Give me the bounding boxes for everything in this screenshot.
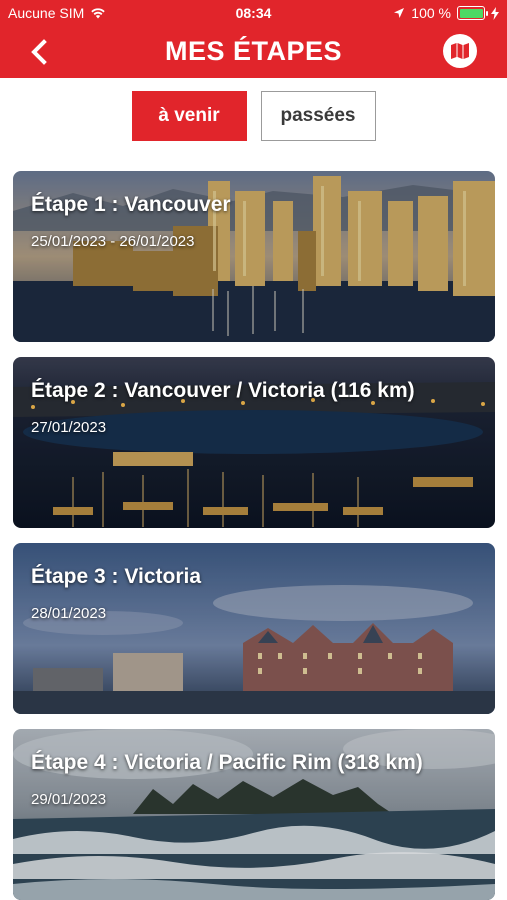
stage-date: 25/01/2023 - 26/01/2023 — [31, 233, 195, 250]
stage-title: Étape 4 : Victoria / Pacific Rim (318 km… — [31, 751, 423, 774]
stage-title: Étape 2 : Vancouver / Victoria (116 km) — [31, 379, 415, 402]
page-title: MES ÉTAPES — [164, 36, 343, 66]
stage-card[interactable]: Étape 2 : Vancouver / Victoria (116 km) … — [13, 357, 495, 528]
navigation-bar: MES ÉTAPES — [0, 28, 507, 78]
status-right: 100 % — [393, 5, 499, 21]
stage-title: Étape 3 : Victoria — [31, 565, 202, 588]
status-bar: Aucune SIM 08:34 100 % — [0, 0, 507, 28]
tab-upcoming[interactable]: à venir — [131, 91, 247, 141]
map-icon — [451, 43, 469, 59]
app-header: Aucune SIM 08:34 100 % MES ÉTAPES — [0, 0, 507, 78]
charging-bolt-icon — [491, 6, 499, 20]
stage-title: Étape 1 : Vancouver — [31, 193, 231, 216]
stage-date: 29/01/2023 — [31, 791, 107, 808]
stage-date: 28/01/2023 — [31, 605, 107, 622]
battery-icon — [457, 6, 488, 20]
location-arrow-icon — [394, 8, 405, 18]
stage-list: Étape 1 : Vancouver 25/01/2023 - 26/01/2… — [13, 171, 495, 900]
stage-card[interactable]: Étape 3 : Victoria 28/01/2023 — [13, 543, 495, 714]
stage-filter-tabs: à venir passées — [0, 91, 507, 141]
battery-percent: 100 % — [411, 5, 451, 21]
stage-card[interactable]: Étape 1 : Vancouver 25/01/2023 - 26/01/2… — [13, 171, 495, 342]
tab-past[interactable]: passées — [260, 91, 376, 141]
stage-date: 27/01/2023 — [31, 419, 107, 436]
map-button[interactable] — [443, 34, 477, 68]
stage-card[interactable]: Étape 4 : Victoria / Pacific Rim (318 km… — [13, 729, 495, 900]
battery-fill — [459, 8, 483, 18]
